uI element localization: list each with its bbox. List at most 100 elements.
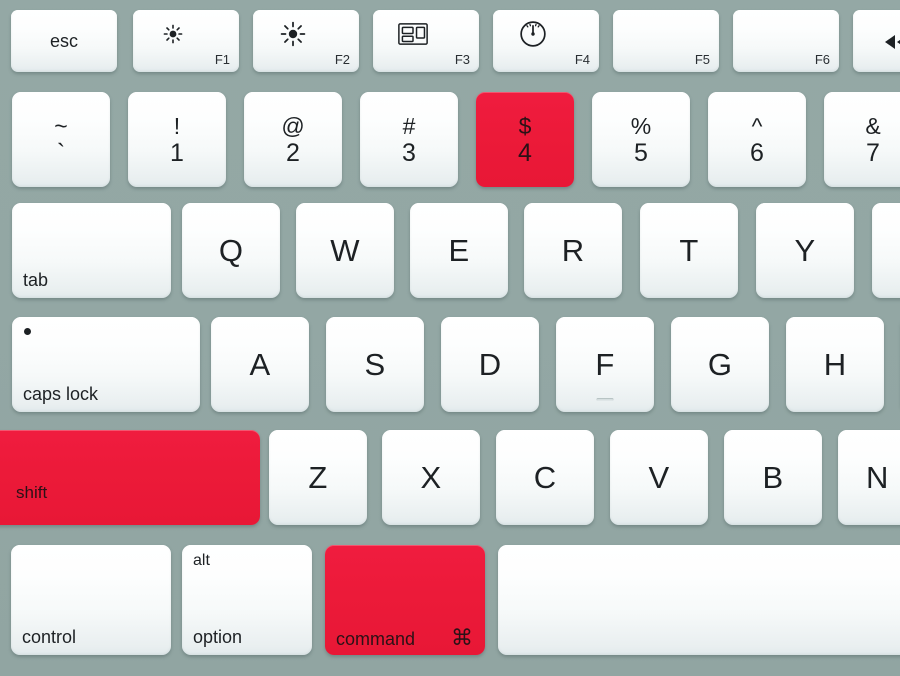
- key-3-lower: 3: [402, 138, 416, 167]
- key-r[interactable]: R: [524, 203, 622, 298]
- key-y[interactable]: Y: [756, 203, 854, 298]
- key-f1-label: F1: [214, 52, 230, 67]
- key-f[interactable]: F: [556, 317, 654, 412]
- key-w[interactable]: W: [296, 203, 394, 298]
- key-2-labels: @ 2: [244, 92, 342, 187]
- key-backtick[interactable]: ~ `: [12, 92, 110, 187]
- key-shift-left-label: shift: [16, 483, 48, 502]
- key-6-lower: 6: [750, 138, 764, 167]
- key-caps-lock[interactable]: caps lock: [12, 317, 200, 412]
- key-esc-label: esc: [49, 30, 78, 51]
- key-7[interactable]: & 7: [824, 92, 900, 187]
- key-shift-left[interactable]: shift: [0, 430, 260, 525]
- mission-control-icon: [398, 19, 429, 49]
- key-u[interactable]: [872, 203, 900, 298]
- key-option-label: option: [193, 627, 243, 647]
- key-f6[interactable]: F6: [733, 10, 839, 72]
- key-f5-label: F5: [694, 52, 710, 67]
- key-tab[interactable]: tab: [12, 203, 171, 298]
- key-x[interactable]: X: [382, 430, 480, 525]
- key-option[interactable]: alt option: [182, 545, 312, 655]
- key-command[interactable]: command ⌘: [325, 545, 485, 655]
- key-7-upper: &: [865, 112, 881, 139]
- command-symbol-icon: ⌘: [451, 625, 473, 650]
- key-f2-label: F2: [334, 52, 350, 67]
- key-7-lower: 7: [866, 138, 880, 167]
- key-tab-label: tab: [23, 270, 49, 290]
- key-t[interactable]: T: [640, 203, 738, 298]
- key-q-label: Q: [218, 232, 244, 268]
- key-7-labels: & 7: [824, 92, 900, 187]
- key-w-label: W: [330, 232, 360, 268]
- key-1[interactable]: ! 1: [128, 92, 226, 187]
- homing-bar-icon: [596, 398, 614, 401]
- key-1-upper: !: [173, 112, 181, 139]
- key-backtick-upper: ~: [54, 112, 68, 139]
- key-h[interactable]: H: [786, 317, 884, 412]
- keyboard: esc F1 F2 F3 F4 F5 F6 ~ ` ! 1 @ 2 # 3 $ …: [0, 0, 900, 676]
- key-n-label: N: [866, 459, 889, 495]
- key-4[interactable]: $ 4: [476, 92, 574, 187]
- key-h-label: H: [823, 346, 847, 382]
- rewind-icon: [881, 27, 900, 57]
- key-f3-label: F3: [454, 52, 470, 67]
- key-5[interactable]: % 5: [592, 92, 690, 187]
- key-4-labels: $ 4: [476, 92, 574, 187]
- key-z-label: Z: [308, 459, 328, 495]
- key-c[interactable]: C: [496, 430, 594, 525]
- key-r-label: R: [561, 232, 585, 268]
- key-f5[interactable]: F5: [613, 10, 719, 72]
- key-4-lower: 4: [518, 138, 532, 167]
- key-s-label: S: [364, 346, 386, 382]
- key-y-label: Y: [794, 232, 816, 268]
- key-control[interactable]: control: [11, 545, 171, 655]
- key-v[interactable]: V: [610, 430, 708, 525]
- key-backtick-lower: `: [56, 138, 66, 167]
- key-5-lower: 5: [634, 138, 648, 167]
- key-option-alt-label: alt: [193, 552, 210, 569]
- key-e[interactable]: E: [410, 203, 508, 298]
- key-backtick-labels: ~ `: [12, 92, 110, 187]
- key-f7[interactable]: [853, 10, 900, 72]
- key-f6-label: F6: [814, 52, 830, 67]
- key-command-labels: command ⌘: [336, 625, 473, 650]
- brightness-down-icon: [158, 19, 188, 49]
- key-f2[interactable]: F2: [253, 10, 359, 72]
- caps-lock-led-icon: [24, 328, 31, 335]
- key-space[interactable]: [498, 545, 900, 655]
- key-d[interactable]: D: [441, 317, 539, 412]
- key-b-label: B: [762, 459, 784, 495]
- key-a[interactable]: A: [211, 317, 309, 412]
- key-f1[interactable]: F1: [133, 10, 239, 72]
- key-4-upper: $: [518, 112, 532, 139]
- key-t-label: T: [679, 232, 699, 268]
- key-command-label: command: [336, 629, 416, 649]
- key-v-label: V: [648, 459, 670, 495]
- key-3[interactable]: # 3: [360, 92, 458, 187]
- key-6-upper: ^: [751, 112, 763, 139]
- brightness-up-icon: [278, 19, 308, 49]
- dashboard-gauge-icon: [518, 19, 548, 49]
- key-z[interactable]: Z: [269, 430, 367, 525]
- key-1-labels: ! 1: [128, 92, 226, 187]
- key-g-label: G: [707, 346, 733, 382]
- key-b[interactable]: B: [724, 430, 822, 525]
- key-n[interactable]: N: [838, 430, 900, 525]
- key-g[interactable]: G: [671, 317, 769, 412]
- key-x-label: X: [420, 459, 442, 495]
- key-1-lower: 1: [170, 138, 184, 167]
- key-control-label: control: [22, 627, 77, 647]
- key-3-upper: #: [402, 112, 416, 139]
- key-f4[interactable]: F4: [493, 10, 599, 72]
- key-q[interactable]: Q: [182, 203, 280, 298]
- key-6-labels: ^ 6: [708, 92, 806, 187]
- key-c-label: C: [533, 459, 557, 495]
- key-2[interactable]: @ 2: [244, 92, 342, 187]
- key-f4-label: F4: [574, 52, 590, 67]
- key-f3[interactable]: F3: [373, 10, 479, 72]
- key-6[interactable]: ^ 6: [708, 92, 806, 187]
- key-e-label: E: [448, 232, 470, 268]
- key-s[interactable]: S: [326, 317, 424, 412]
- key-esc[interactable]: esc: [11, 10, 117, 72]
- key-2-lower: 2: [286, 138, 300, 167]
